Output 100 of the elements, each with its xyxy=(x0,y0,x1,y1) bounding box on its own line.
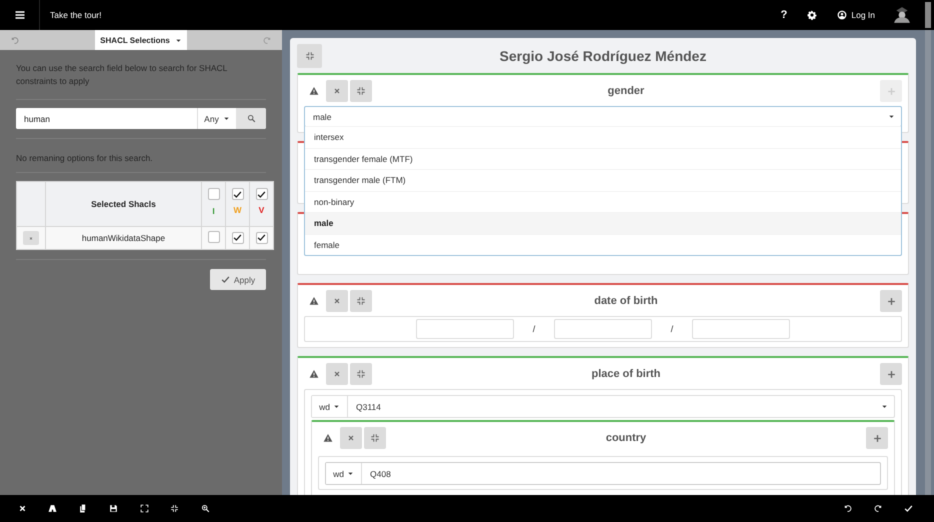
status-message: No remaning options for this search. xyxy=(16,153,154,163)
caret-icon xyxy=(332,403,340,410)
login-button[interactable]: Log In xyxy=(827,0,885,30)
help-button[interactable]: ? xyxy=(770,0,798,30)
collapse-icon xyxy=(356,86,366,96)
day-field[interactable] xyxy=(692,319,790,339)
field-title: country xyxy=(604,432,648,444)
add-button[interactable] xyxy=(880,290,902,312)
add-icon xyxy=(886,296,896,306)
checkbox[interactable] xyxy=(208,231,220,243)
search-button[interactable] xyxy=(236,108,266,129)
settings-icon xyxy=(807,10,818,20)
check-icon xyxy=(233,233,242,242)
instructions-text: You can use the search field below to search for SHACL constraints to apply xyxy=(16,62,228,88)
remove-button[interactable] xyxy=(340,427,362,449)
caret-icon xyxy=(222,115,230,122)
collapse-button[interactable] xyxy=(350,80,372,102)
level-label: V xyxy=(258,204,266,214)
checkbox[interactable] xyxy=(256,188,268,200)
item-value: Q408 xyxy=(370,468,391,478)
field-title: gender xyxy=(606,85,646,97)
field-title: date of birth xyxy=(593,295,659,307)
level-label: W xyxy=(232,204,243,214)
checkbox[interactable] xyxy=(256,232,268,244)
prefix-dropdown[interactable]: wd xyxy=(326,463,362,484)
close-icon xyxy=(333,87,341,95)
close-icon xyxy=(333,297,341,305)
check-icon xyxy=(220,275,230,284)
remove-button[interactable] xyxy=(326,363,348,385)
add-icon xyxy=(886,370,896,378)
copy-icon xyxy=(78,504,88,513)
tour-link[interactable]: Take the tour! xyxy=(40,0,112,30)
collapse-icon xyxy=(356,296,366,306)
undo-icon xyxy=(843,504,852,513)
dropdown-option[interactable]: transgender male (FTM) xyxy=(305,169,901,190)
date-separator: / xyxy=(670,324,674,334)
checkbox[interactable] xyxy=(208,188,220,200)
item-value: Q3114 xyxy=(356,402,381,412)
collapse-button[interactable] xyxy=(350,363,372,385)
item-field[interactable]: wd Q3114 xyxy=(311,395,895,418)
redo-icon xyxy=(874,504,883,513)
collapse-icon xyxy=(170,504,180,513)
search-bar[interactable]: human Any xyxy=(16,108,266,129)
remove-button[interactable] xyxy=(326,80,348,102)
check-icon xyxy=(904,504,914,513)
add-icon xyxy=(886,86,896,96)
add-button[interactable] xyxy=(866,427,888,449)
menu-icon xyxy=(14,9,26,21)
level-label: I xyxy=(211,206,216,216)
prefix-dropdown[interactable]: wd xyxy=(312,396,348,417)
checkbox[interactable] xyxy=(232,232,244,244)
collapse-icon xyxy=(304,51,314,61)
road-icon xyxy=(48,504,58,513)
add-icon xyxy=(872,434,882,442)
undo-icon xyxy=(10,36,19,44)
save-icon xyxy=(109,504,118,513)
caret-icon xyxy=(346,470,354,477)
close-icon xyxy=(18,504,27,513)
collapse-button[interactable] xyxy=(350,290,372,312)
caret-icon xyxy=(174,36,182,44)
collapse-button[interactable] xyxy=(364,427,386,449)
warning-icon xyxy=(323,433,333,443)
search-icon xyxy=(246,114,256,123)
warning-icon xyxy=(309,369,319,379)
column-header: Selected Shacls xyxy=(91,199,156,209)
month-field[interactable] xyxy=(554,319,652,339)
scrollbar[interactable] xyxy=(925,2,931,28)
item-field[interactable]: wd Q408 xyxy=(325,462,881,485)
scrollbar[interactable] xyxy=(925,30,931,495)
warning-icon xyxy=(309,86,319,96)
check-icon xyxy=(257,190,266,198)
remove-button[interactable] xyxy=(326,290,348,312)
close-icon xyxy=(347,434,355,442)
date-separator: / xyxy=(532,324,536,334)
check-icon xyxy=(233,190,242,198)
year-field[interactable] xyxy=(416,319,514,339)
shape-name: humanWikidataShape xyxy=(82,233,166,243)
expand-icon xyxy=(140,504,149,513)
checkbox[interactable] xyxy=(232,188,244,200)
redo-icon xyxy=(263,36,272,44)
check-icon xyxy=(257,233,266,242)
collapse-icon xyxy=(356,369,366,379)
user-icon xyxy=(837,10,848,20)
dropdown-option[interactable]: transgender female (MTF) xyxy=(305,148,901,169)
collapse-icon xyxy=(370,433,380,443)
avatar-icon xyxy=(893,6,911,24)
zoom-in-icon xyxy=(200,504,210,513)
warning-icon xyxy=(309,296,319,306)
close-icon xyxy=(333,370,341,378)
select-value: male xyxy=(313,112,332,122)
caret-icon xyxy=(888,113,895,120)
field-title: place of birth xyxy=(590,368,662,380)
dropdown-option[interactable]: female xyxy=(305,234,901,255)
record-title: Sergio José Rodríguez Méndez xyxy=(498,48,708,64)
caret-icon xyxy=(881,403,888,410)
dropdown-option[interactable]: intersex xyxy=(305,126,901,148)
apply-button[interactable]: Apply xyxy=(210,269,266,290)
selections-tab[interactable]: SHACL Selections xyxy=(95,30,187,50)
add-button[interactable] xyxy=(880,363,902,385)
dropdown-option[interactable]: male xyxy=(305,212,901,234)
